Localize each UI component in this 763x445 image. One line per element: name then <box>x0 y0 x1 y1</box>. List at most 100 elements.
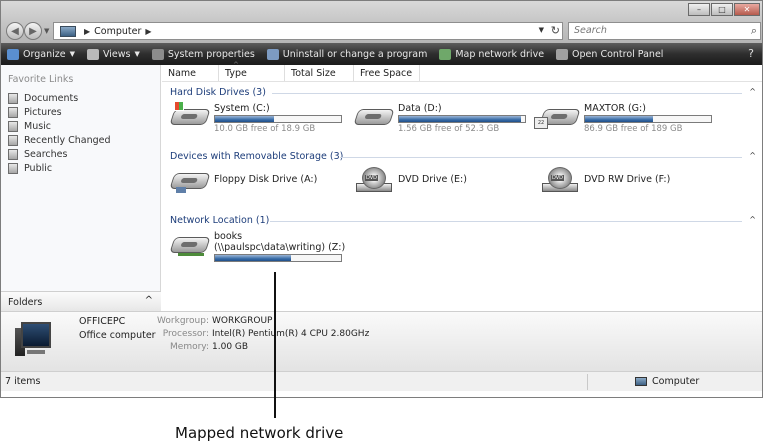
column-header-name[interactable]: Name <box>162 65 219 81</box>
property-value: WORKGROUP <box>212 316 273 326</box>
drive-usage-bar <box>214 115 342 123</box>
sidebar-item-pictures[interactable]: Pictures <box>8 105 111 119</box>
column-header-total-size[interactable]: Total Size <box>285 65 354 81</box>
drive-item-system-c[interactable]: System (C:) 10.0 GB free of 18.9 GB <box>169 101 342 134</box>
drive-item-dvd-rw-f[interactable]: DVD DVD RW Drive (F:) <box>542 167 670 193</box>
computer-icon <box>60 25 76 37</box>
system-properties-button[interactable]: System properties <box>151 48 255 60</box>
breadcrumb-separator-icon[interactable]: ▶ <box>84 27 90 36</box>
column-header-type[interactable]: ^ Type <box>219 61 285 81</box>
help-icon[interactable]: ? <box>748 47 754 60</box>
drive-name-line2: (\\paulspc\data\writing) (Z:) <box>214 242 346 253</box>
usb-badge-icon: 22 <box>534 117 548 129</box>
network-drive-icon <box>169 231 211 257</box>
address-dropdown-icon[interactable]: ▼ <box>539 26 544 34</box>
drive-free-space: 86.9 GB free of 189 GB <box>584 124 683 134</box>
control-panel-icon <box>556 48 569 60</box>
group-header-network-location[interactable]: Network Location (1) <box>170 215 269 226</box>
group-header-hard-disk-drives[interactable]: Hard Disk Drives (3) <box>170 87 266 98</box>
sidebar-item-public[interactable]: Public <box>8 161 111 175</box>
window-controls: – □ ✕ <box>687 3 760 16</box>
collapse-chevron-icon[interactable]: ^ <box>749 151 756 160</box>
sidebar-item-music[interactable]: Music <box>8 119 111 133</box>
group-divider <box>270 221 742 222</box>
close-button[interactable]: ✕ <box>734 3 760 16</box>
organize-button[interactable]: Organize ▼ <box>7 48 75 60</box>
item-count: 7 items <box>5 376 41 387</box>
map-network-drive-button[interactable]: Map network drive <box>439 48 544 60</box>
column-header-free-space[interactable]: Free Space <box>354 65 420 81</box>
dvd-rw-drive-icon: DVD <box>542 167 578 193</box>
documents-icon <box>8 92 18 104</box>
minimize-icon: – <box>697 5 701 14</box>
drive-free-space: 10.0 GB free of 18.9 GB <box>214 124 316 134</box>
search-input[interactable]: Search ⌕ <box>568 22 761 40</box>
group-divider <box>340 157 742 158</box>
favorite-links-header: Favorite Links <box>8 74 74 85</box>
sidebar-item-searches[interactable]: Searches <box>8 147 111 161</box>
recent-pages-dropdown[interactable]: ▼ <box>44 27 49 35</box>
organize-icon <box>7 48 19 60</box>
column-headers: Name ^ Type Total Size Free Space <box>162 61 762 82</box>
breadcrumb-chevron-icon[interactable]: ▶ <box>145 27 151 36</box>
computer-icon <box>635 377 647 386</box>
search-placeholder: Search <box>574 25 607 36</box>
callout-line <box>274 272 276 418</box>
forward-button[interactable]: ▶ <box>24 22 42 40</box>
drive-usage-fill <box>215 116 275 122</box>
collapse-chevron-icon[interactable]: ^ <box>749 87 756 96</box>
hard-disk-icon <box>353 103 395 129</box>
drive-usage-bar <box>214 254 342 262</box>
property-value: Intel(R) Pentium(R) 4 CPU 2.80GHz <box>212 329 370 339</box>
drive-name: DVD Drive (E:) <box>398 174 467 185</box>
drive-item-dvd-e[interactable]: DVD DVD Drive (E:) <box>356 167 467 193</box>
forward-arrow-icon: ▶ <box>29 25 37 37</box>
drive-item-floppy-a[interactable]: Floppy Disk Drive (A:) <box>169 167 317 193</box>
sidebar-item-documents[interactable]: Documents <box>8 91 111 105</box>
search-icon[interactable]: ⌕ <box>751 24 757 38</box>
back-arrow-icon: ◀ <box>11 25 19 37</box>
back-button[interactable]: ◀ <box>6 22 24 40</box>
sidebar-item-recently-changed[interactable]: Recently Changed <box>8 133 111 147</box>
group-header-removable-storage[interactable]: Devices with Removable Storage (3) <box>170 151 343 162</box>
drive-name: Data (D:) <box>398 103 442 114</box>
windows-logo-icon <box>174 101 184 111</box>
property-row: Workgroup: WORKGROUP <box>153 316 369 329</box>
minimize-button[interactable]: – <box>688 3 710 16</box>
drive-item-maxtor-g[interactable]: 22 MAXTOR (G:) 86.9 GB free of 189 GB <box>534 103 712 134</box>
property-row: Memory: 1.00 GB <box>153 342 369 355</box>
drive-name-line1: books <box>214 231 243 242</box>
title-bar: – □ ✕ ◀ ▶ ▼ ▶ Computer ▶ ▼ ↻ Search ⌕ <box>1 1 762 43</box>
music-icon <box>8 120 18 132</box>
drive-name: System (C:) <box>214 103 270 114</box>
maximize-button[interactable]: □ <box>711 3 733 16</box>
callout-label: Mapped network drive <box>175 424 344 442</box>
drive-usage-bar <box>584 115 712 123</box>
computer-icon <box>15 320 55 360</box>
computer-properties: Workgroup: WORKGROUP Processor: Intel(R)… <box>153 316 369 355</box>
map-network-drive-icon <box>439 48 452 60</box>
drive-usage-fill <box>215 255 291 261</box>
drive-item-network-z[interactable]: books (\\paulspc\data\writing) (Z:) <box>169 231 346 262</box>
close-icon: ✕ <box>743 5 751 14</box>
uninstall-program-button[interactable]: Uninstall or change a program <box>266 48 427 60</box>
breadcrumb-computer[interactable]: Computer <box>94 26 141 37</box>
floppy-drive-icon <box>169 167 211 193</box>
open-control-panel-button[interactable]: Open Control Panel <box>556 48 663 60</box>
drive-usage-bar <box>398 115 526 123</box>
address-bar[interactable]: ▶ Computer ▶ ▼ ↻ <box>53 22 563 40</box>
refresh-icon[interactable]: ↻ <box>551 24 560 37</box>
status-bar: 7 items Computer <box>1 371 762 391</box>
status-location: Computer <box>635 376 699 387</box>
pictures-icon <box>8 106 18 118</box>
drive-item-data-d[interactable]: Data (D:) 1.56 GB free of 52.3 GB <box>353 103 526 134</box>
collapse-chevron-icon[interactable]: ^ <box>749 215 756 224</box>
computer-name: OFFICEPC <box>79 316 126 327</box>
sort-indicator-icon: ^ <box>233 61 239 69</box>
uninstall-icon <box>266 48 279 60</box>
folders-toggle[interactable]: Folders ^ <box>1 291 161 311</box>
details-pane: OFFICEPC Office computer Workgroup: WORK… <box>1 311 762 371</box>
views-button[interactable]: Views ▼ <box>86 48 140 60</box>
computer-description: Office computer <box>79 330 156 341</box>
public-folder-icon <box>8 162 18 174</box>
